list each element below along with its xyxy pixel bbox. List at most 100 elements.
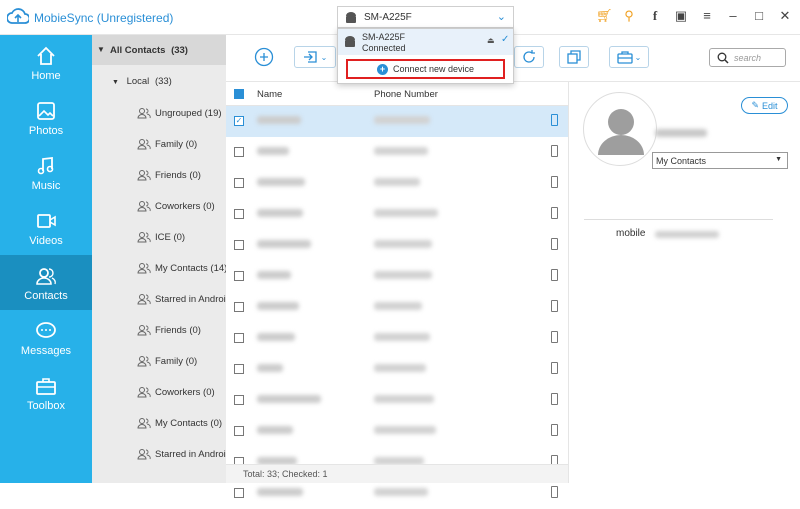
refresh-icon [523, 50, 535, 63]
group-item-label: My Contacts (0) [155, 417, 223, 429]
nav-home[interactable]: Home [0, 35, 92, 90]
contact-name-redacted [257, 302, 299, 310]
row-checkbox[interactable] [234, 178, 244, 188]
row-checkbox[interactable] [234, 364, 244, 374]
close-icon[interactable]: ✕ [778, 8, 792, 24]
edit-button[interactable]: ✎ Edit [741, 97, 788, 114]
contact-row[interactable] [226, 199, 568, 230]
group-item[interactable]: Family (0) [137, 134, 197, 154]
nav-messages[interactable]: Messages [0, 310, 92, 365]
row-checkbox[interactable] [234, 209, 244, 219]
connect-new-device-button[interactable]: + Connect new device [346, 59, 505, 79]
contact-row[interactable]: ✓ [226, 106, 568, 137]
group-select[interactable]: My Contacts ▼ [652, 152, 788, 169]
contact-row[interactable] [226, 261, 568, 292]
chevron-down-icon: ⌄ [634, 52, 642, 62]
row-checkbox[interactable] [234, 147, 244, 157]
nav-contacts[interactable]: Contacts [0, 255, 92, 310]
connect-new-device-label: Connect new device [392, 64, 475, 74]
group-item-label: Ungrouped (19) [155, 107, 222, 119]
group-tree: ▼ All Contacts (33) ▼ Local (33) Ungroup… [92, 35, 226, 483]
device-dropdown: SM-A225F Connected ⏏ ✓ + Connect new dev… [337, 28, 514, 84]
contact-row[interactable] [226, 292, 568, 323]
group-item[interactable]: ICE (0) [137, 227, 185, 247]
group-item[interactable]: Coworkers (0) [137, 382, 215, 402]
group-item[interactable]: Friends (0) [137, 320, 201, 340]
device-entry[interactable]: SM-A225F Connected ⏏ ✓ [338, 29, 513, 55]
contact-row[interactable] [226, 385, 568, 416]
all-contacts-count: (33) [171, 45, 188, 56]
refresh-button[interactable] [514, 46, 544, 68]
group-item-label: Family (0) [155, 355, 198, 367]
row-checkbox[interactable] [234, 395, 244, 405]
minimize-icon[interactable]: – [726, 8, 740, 24]
phone-device-icon [551, 362, 558, 374]
contact-phone-redacted [374, 395, 434, 403]
menu-icon[interactable]: ≡ [700, 8, 714, 24]
cart-icon[interactable]: 🛒︎ [596, 8, 613, 24]
group-select-value: My Contacts [656, 156, 707, 166]
group-item[interactable]: Coworkers (0) [137, 196, 215, 216]
search-box[interactable]: search [709, 48, 786, 67]
local-label: Local [126, 76, 150, 87]
contact-row[interactable] [226, 416, 568, 447]
group-item[interactable]: Friends (0) [137, 165, 201, 185]
group-item[interactable]: Ungrouped (19) [137, 103, 222, 123]
contact-group-icon [137, 325, 151, 336]
caret-down-icon: ▼ [112, 79, 119, 86]
key-icon[interactable]: ⚲ [622, 8, 636, 24]
nav-photos[interactable]: Photos [0, 90, 92, 145]
contact-name-redacted [257, 209, 303, 217]
contact-row[interactable] [226, 354, 568, 385]
app-title: MobieSync (Unregistered) [34, 11, 174, 25]
contact-phone-redacted [374, 364, 426, 372]
status-footer: Total: 33; Checked: 1 [226, 464, 568, 483]
nav-toolbox[interactable]: Toolbox [0, 365, 92, 420]
row-checkbox[interactable] [234, 488, 244, 498]
contact-name-redacted [655, 129, 707, 137]
contact-row[interactable] [226, 168, 568, 199]
group-item[interactable]: My Contacts (0) [137, 413, 222, 433]
contact-row[interactable] [226, 230, 568, 261]
import-button[interactable]: ⌄ [294, 46, 336, 68]
group-item[interactable]: Starred in Android [137, 289, 226, 309]
group-item[interactable]: My Contacts (14) [137, 258, 226, 278]
name-column-header[interactable]: Name [257, 89, 282, 100]
select-all-checkbox[interactable] [234, 89, 244, 99]
duplicate-button[interactable] [559, 46, 589, 68]
feedback-icon[interactable]: ▣ [674, 8, 688, 24]
row-checkbox[interactable] [234, 302, 244, 312]
contact-list-header: Name Phone Number [226, 82, 568, 106]
contact-row[interactable] [226, 137, 568, 168]
group-item-label: Coworkers (0) [155, 386, 215, 398]
plus-circle-icon: + [376, 63, 388, 75]
contact-phone-redacted [374, 116, 430, 124]
contact-name-redacted [257, 395, 321, 403]
group-item[interactable]: Family (0) [137, 351, 197, 371]
nav-music-label: Music [31, 180, 61, 192]
phone-column-header[interactable]: Phone Number [374, 89, 438, 100]
local-group[interactable]: ▼ Local (33) [112, 76, 172, 87]
row-checkbox[interactable] [234, 426, 244, 436]
import-icon [303, 51, 317, 63]
all-contacts-header[interactable]: ▼ All Contacts (33) [92, 35, 226, 65]
row-checkbox[interactable] [234, 271, 244, 281]
add-contact-button[interactable] [250, 46, 278, 68]
contact-row[interactable] [226, 323, 568, 354]
row-checkbox[interactable] [234, 333, 244, 343]
chevron-down-icon[interactable]: ⌄ [497, 10, 506, 23]
nav-messages-label: Messages [20, 345, 72, 357]
device-selector[interactable]: SM-A225F ⌄ [337, 6, 514, 28]
row-checkbox[interactable]: ✓ [234, 116, 244, 126]
maximize-icon[interactable]: □ [752, 8, 766, 24]
contact-phone-redacted [374, 209, 438, 217]
row-checkbox[interactable] [234, 240, 244, 250]
toolbox-dropdown-button[interactable]: ⌄ [609, 46, 649, 68]
nav-music[interactable]: Music [0, 145, 92, 200]
sidebar: Home Photos Music Videos Contacts Messag… [0, 35, 92, 483]
facebook-icon[interactable]: f [648, 8, 662, 24]
group-item[interactable]: Starred in Android [137, 444, 226, 464]
eject-icon[interactable]: ⏏ [487, 36, 495, 45]
nav-videos[interactable]: Videos [0, 200, 92, 255]
contact-name-redacted [257, 116, 301, 124]
